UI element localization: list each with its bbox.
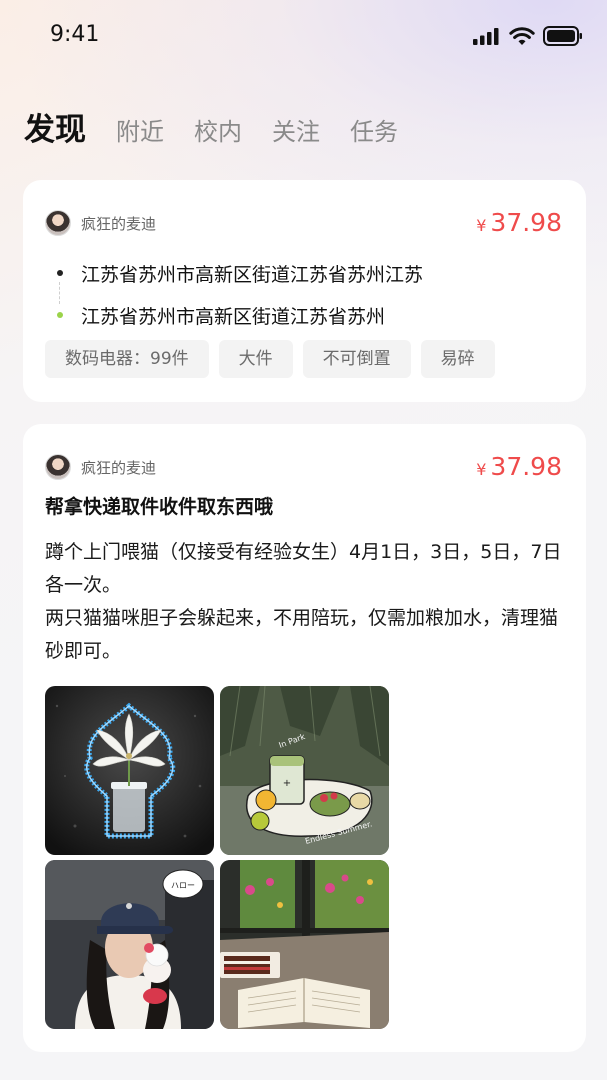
delivery-task-card[interactable]: 疯狂的麦迪 ¥37.98 江苏省苏州市高新区街道江苏省苏州江苏 江苏省苏州市高新…	[23, 180, 586, 402]
card-header: 疯狂的麦迪	[45, 454, 156, 480]
photo-grid: + In Park Endless Summer. ハロー	[45, 686, 389, 1029]
route: 江苏省苏州市高新区街道江苏省苏州江苏 江苏省苏州市高新区街道江苏省苏州	[57, 252, 557, 336]
lily-in-cup-photo[interactable]	[45, 686, 214, 855]
tab-following[interactable]: 关注	[272, 112, 320, 147]
matcha-picnic-photo[interactable]: + In Park Endless Summer.	[220, 686, 389, 855]
post-body-line: 两只猫猫咪胆子会躲起来，不用陪玩，仅需加粮加水，清理猫砂即可。	[45, 607, 559, 662]
route-connector	[59, 282, 60, 304]
price: ¥37.98	[476, 208, 562, 237]
currency-symbol: ¥	[476, 216, 487, 235]
price-value: 37.98	[490, 208, 562, 237]
tag-fragile: 易碎	[420, 340, 495, 378]
battery-icon	[543, 26, 582, 46]
tab-tasks[interactable]: 任务	[350, 112, 398, 147]
origin-dot-icon	[57, 270, 63, 276]
card-header: 疯狂的麦迪	[45, 210, 156, 236]
price-value: 37.98	[490, 452, 562, 481]
svg-text:+: +	[283, 778, 291, 789]
post-task-card[interactable]: 疯狂的麦迪 ¥37.98 帮拿快递取件收件取东西哦 蹲个上门喂猫（仅接受有经验女…	[23, 424, 586, 1052]
currency-symbol: ¥	[476, 460, 487, 479]
status-bar: 9:41	[0, 0, 607, 72]
tab-discover[interactable]: 发现	[24, 104, 86, 149]
tag-large: 大件	[218, 340, 293, 378]
route-destination: 江苏省苏州市高新区街道江苏省苏州	[57, 294, 557, 336]
post-body-line: 蹲个上门喂猫（仅接受有经验女生）4月1日，3日，5日，7日各一次。	[45, 541, 562, 596]
route-origin: 江苏省苏州市高新区街道江苏省苏州江苏	[57, 252, 557, 294]
destination-address: 江苏省苏州市高新区街道江苏省苏州	[81, 305, 386, 328]
post-body: 蹲个上门喂猫（仅接受有经验女生）4月1日，3日，5日，7日各一次。 两只猫猫咪胆…	[45, 536, 570, 668]
avatar[interactable]	[45, 454, 71, 480]
tab-campus[interactable]: 校内	[194, 112, 242, 147]
avatar[interactable]	[45, 210, 71, 236]
top-tabs: 发现 附近 校内 关注 任务	[24, 104, 398, 149]
status-icons	[473, 26, 583, 46]
origin-address: 江苏省苏州市高新区街道江苏省苏州江苏	[81, 263, 424, 286]
tag-item-count: 数码电器：99件	[45, 340, 209, 378]
wifi-icon	[509, 26, 535, 45]
girl-with-cap-photo[interactable]: ハロー	[45, 860, 214, 1029]
status-time: 9:41	[50, 22, 100, 47]
item-tags: 数码电器：99件 大件 不可倒置 易碎	[45, 340, 495, 378]
price: ¥37.98	[476, 452, 562, 481]
speech-bubble-text: ハロー	[171, 881, 195, 890]
cellular-signal-icon	[473, 28, 499, 45]
destination-dot-icon	[57, 312, 63, 318]
user-name[interactable]: 疯狂的麦迪	[81, 213, 156, 234]
tag-no-invert: 不可倒置	[302, 340, 411, 378]
tab-nearby[interactable]: 附近	[116, 112, 164, 147]
user-name[interactable]: 疯狂的麦迪	[81, 457, 156, 478]
cake-and-book-photo[interactable]	[220, 860, 389, 1029]
post-title: 帮拿快递取件收件取东西哦	[45, 496, 274, 518]
